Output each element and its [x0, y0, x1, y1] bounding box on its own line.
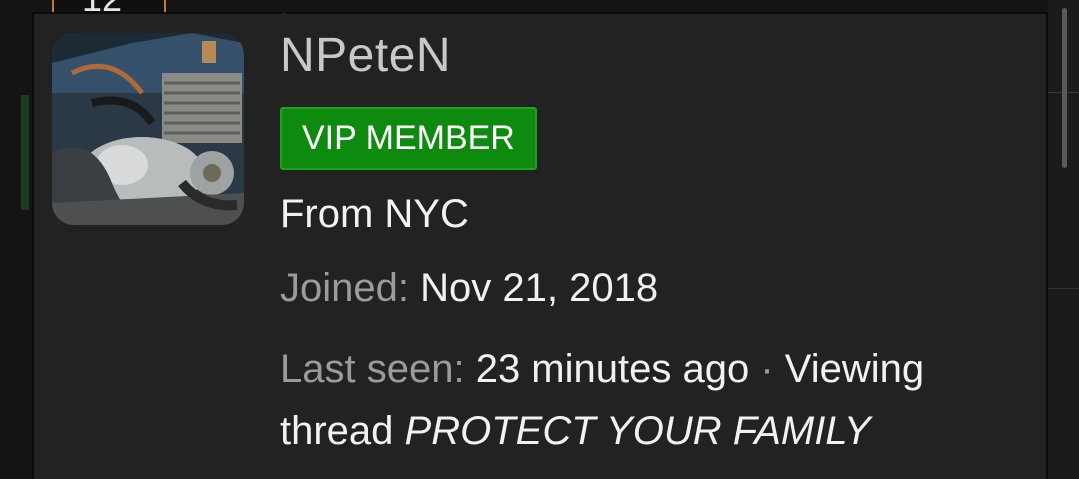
avatar[interactable]	[52, 33, 244, 225]
username-link[interactable]: NPeteN	[280, 28, 451, 83]
joined-label: Joined:	[280, 266, 409, 310]
joined-row: Joined: Nov 21, 2018	[280, 266, 658, 311]
separator-dot: ·	[760, 347, 774, 391]
last-seen-row: Last seen: 23 minutes ago · Viewing thre…	[280, 338, 1020, 462]
background-divider	[1048, 288, 1079, 289]
page: 12	[0, 0, 1079, 479]
motorcycle-engine-photo-icon	[52, 33, 244, 225]
member-location: From NYC	[280, 192, 469, 236]
background-post-box: 12	[52, 0, 166, 12]
tooltip-arrow	[262, 12, 306, 26]
thread-title-link[interactable]: PROTECT YOUR FAMILY	[405, 409, 871, 453]
last-seen-label: Last seen:	[280, 347, 465, 391]
joined-date: Nov 21, 2018	[420, 266, 659, 310]
background-accent-strip	[21, 95, 29, 210]
background-post-number: 12	[82, 0, 122, 12]
vip-member-badge: VIP MEMBER	[280, 107, 537, 170]
member-tooltip-card: NPeteN VIP MEMBER From NYC Joined: Nov 2…	[32, 12, 1048, 479]
last-seen-time: 23 minutes ago	[475, 347, 750, 391]
scrollbar-thumb[interactable]	[1062, 8, 1067, 168]
